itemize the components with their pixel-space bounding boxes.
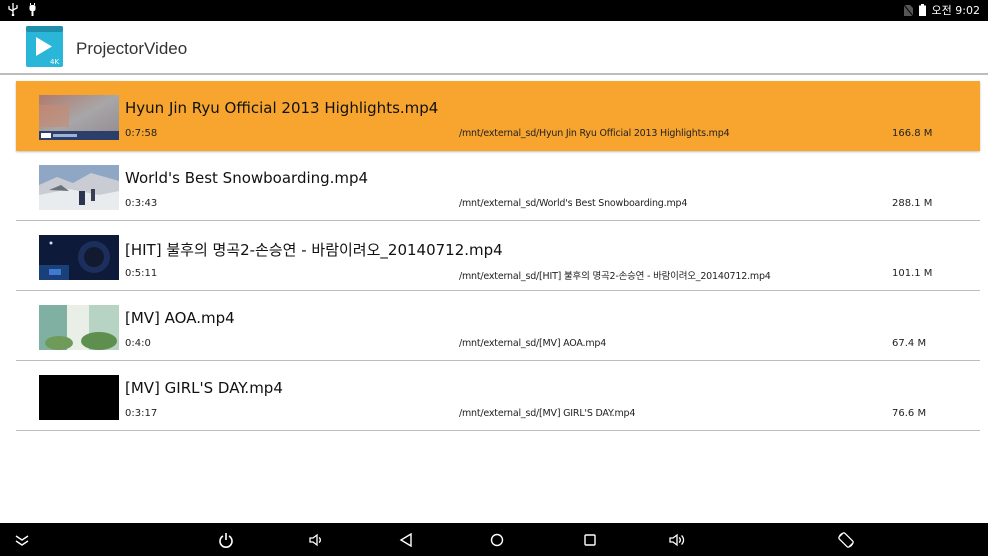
battery-icon bbox=[918, 4, 926, 16]
navigation-bar bbox=[0, 523, 988, 556]
video-list-item[interactable]: [MV] AOA.mp4 0:4:0 /mnt/external_sd/[MV]… bbox=[16, 291, 980, 361]
status-bar-left bbox=[8, 3, 37, 16]
video-path: /mnt/external_sd/Hyun Jin Ryu Official 2… bbox=[459, 128, 730, 139]
video-list-item[interactable]: [MV] GIRL'S DAY.mp4 0:3:17 /mnt/external… bbox=[16, 361, 980, 431]
video-size: 166.8 M bbox=[892, 128, 933, 139]
video-path: /mnt/external_sd/[MV] GIRL'S DAY.mp4 bbox=[459, 408, 636, 419]
video-duration: 0:7:58 bbox=[125, 128, 158, 139]
video-list-item[interactable]: World's Best Snowboarding.mp4 0:3:43 /mn… bbox=[16, 151, 980, 221]
app-title: ProjectorVideo bbox=[76, 39, 188, 58]
volume-down-icon[interactable] bbox=[306, 530, 326, 550]
app-bar: 4K ProjectorVideo bbox=[0, 21, 988, 73]
video-size: 67.4 M bbox=[892, 338, 927, 349]
video-list: Hyun Jin Ryu Official 2013 Highlights.mp… bbox=[16, 81, 980, 431]
video-size: 101.1 M bbox=[892, 268, 933, 279]
video-size: 288.1 M bbox=[892, 198, 933, 209]
status-bar: 오전 9:02 bbox=[0, 0, 988, 21]
usb-icon bbox=[8, 3, 18, 16]
video-path: /mnt/external_sd/[MV] AOA.mp4 bbox=[459, 338, 607, 349]
video-duration: 0:5:11 bbox=[125, 268, 158, 279]
video-duration: 0:3:17 bbox=[125, 408, 158, 419]
video-title: [HIT] 불후의 명곡2-손승연 - 바람이려오_20140712.mp4 bbox=[125, 241, 503, 259]
video-thumbnail bbox=[39, 95, 119, 140]
video-list-item[interactable]: [HIT] 불후의 명곡2-손승연 - 바람이려오_20140712.mp4 0… bbox=[16, 221, 980, 291]
video-path: /mnt/external_sd/[HIT] 불후의 명곡2-손승연 - 바람이… bbox=[459, 271, 771, 282]
recents-icon[interactable] bbox=[580, 530, 600, 550]
back-icon[interactable] bbox=[396, 530, 416, 550]
video-duration: 0:4:0 bbox=[125, 338, 151, 349]
volume-up-icon[interactable] bbox=[668, 530, 688, 550]
home-icon[interactable] bbox=[487, 530, 507, 550]
video-duration: 0:3:43 bbox=[125, 198, 158, 209]
rotate-icon[interactable] bbox=[836, 530, 856, 550]
power-icon[interactable] bbox=[216, 530, 236, 550]
projector-video-app-icon: 4K bbox=[24, 26, 65, 67]
app-bar-divider bbox=[0, 73, 988, 75]
debug-icon bbox=[28, 3, 37, 16]
video-title: World's Best Snowboarding.mp4 bbox=[125, 169, 369, 187]
video-size: 76.6 M bbox=[892, 408, 927, 419]
clock: 오전 9:02 bbox=[931, 4, 980, 17]
app-icon-badge: 4K bbox=[50, 58, 59, 66]
video-title: Hyun Jin Ryu Official 2013 Highlights.mp… bbox=[125, 99, 439, 117]
video-thumbnail bbox=[39, 305, 119, 350]
video-title: [MV] GIRL'S DAY.mp4 bbox=[125, 379, 283, 397]
video-path: /mnt/external_sd/World's Best Snowboardi… bbox=[459, 198, 688, 209]
video-thumbnail bbox=[39, 165, 119, 210]
video-thumbnail bbox=[39, 235, 119, 280]
status-bar-right: 오전 9:02 bbox=[903, 2, 980, 18]
video-thumbnail bbox=[39, 375, 119, 420]
no-sim-icon bbox=[903, 4, 913, 16]
video-list-item[interactable]: Hyun Jin Ryu Official 2013 Highlights.mp… bbox=[16, 81, 980, 151]
collapse-icon[interactable] bbox=[12, 530, 32, 550]
video-title: [MV] AOA.mp4 bbox=[125, 309, 235, 327]
